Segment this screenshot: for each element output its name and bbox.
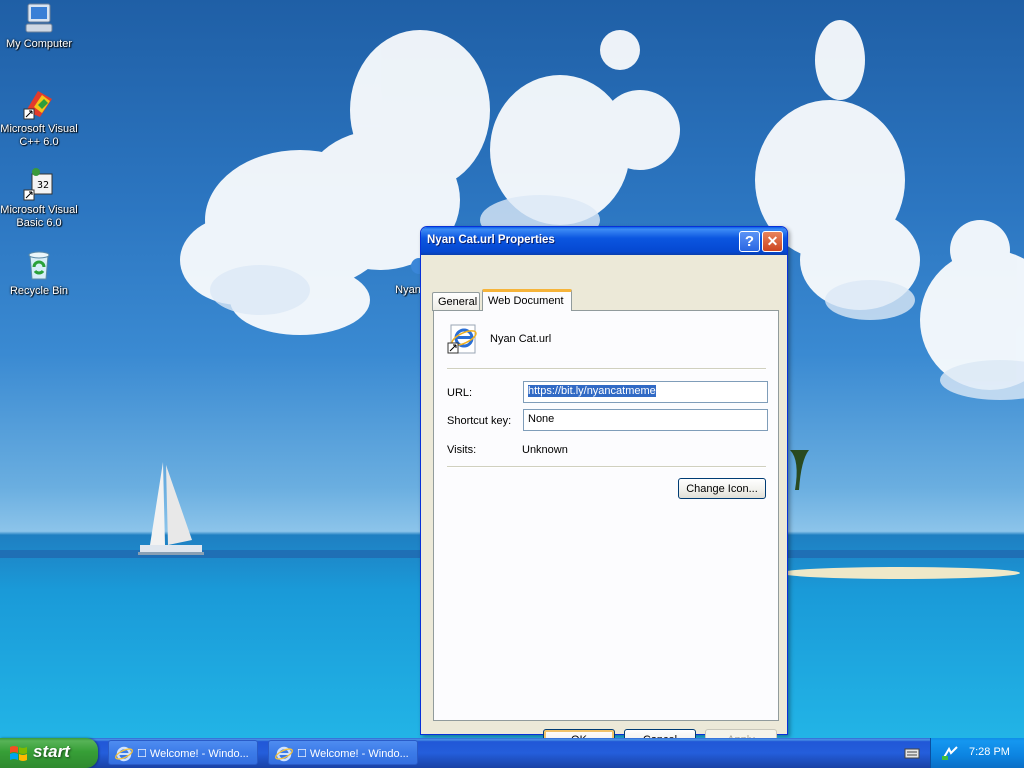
desktop-icon-my-computer[interactable]: My Computer	[0, 2, 78, 51]
internet-explorer-icon	[115, 746, 133, 762]
keyboard-icon[interactable]	[904, 746, 920, 760]
system-tray: 7:28 PM	[930, 738, 1024, 768]
close-button[interactable]: ✕	[762, 231, 783, 252]
windows-flag-icon	[10, 746, 27, 761]
recycle-bin-icon	[28, 251, 50, 280]
taskbar-item-welcome-2[interactable]: ☐ Welcome! - Windo...	[268, 740, 418, 765]
visits-value: Unknown	[522, 444, 568, 456]
dialog-title: Nyan Cat.url Properties	[427, 234, 555, 246]
url-value: https://bit.ly/nyancatmeme	[528, 385, 656, 397]
taskbar-item-label: ☐ Welcome! - Windo...	[137, 748, 249, 760]
visual-basic-icon: 32	[23, 168, 53, 201]
taskbar-item-label: ☐ Welcome! - Windo...	[297, 748, 409, 760]
desktop-icon-visual-basic[interactable]: 32 Microsoft Visual Basic 6.0	[0, 166, 78, 230]
url-input[interactable]: https://bit.ly/nyancatmeme	[523, 381, 768, 403]
internet-explorer-icon	[447, 324, 477, 354]
svg-text:32: 32	[37, 180, 49, 191]
taskbar: start ☐ Welcome! - Windo... ☐ Welcome! -…	[0, 738, 1024, 768]
start-button[interactable]: start	[0, 738, 98, 768]
desktop-icon-label: Microsoft Visual C++ 6.0	[0, 123, 78, 148]
shortcut-key-input[interactable]: None	[523, 409, 768, 431]
shortcut-key-value: None	[528, 413, 555, 425]
desktop-icon-label: Microsoft Visual Basic 6.0	[0, 204, 78, 229]
separator	[447, 368, 766, 370]
properties-dialog: Nyan Cat.url Properties ? ✕ General Web …	[420, 226, 788, 750]
visual-cpp-icon	[23, 91, 52, 120]
help-button[interactable]: ?	[739, 231, 760, 252]
desktop-icon-recycle-bin[interactable]: Recycle Bin	[0, 249, 78, 298]
network-icon[interactable]	[941, 745, 959, 761]
taskbar-item-welcome-1[interactable]: ☐ Welcome! - Windo...	[108, 740, 258, 765]
desktop-icon-visual-cpp[interactable]: Microsoft Visual C++ 6.0	[0, 87, 78, 149]
dialog-body: General Web Document Nyan Cat.url URL: h…	[424, 255, 784, 750]
my-computer-icon	[25, 3, 53, 33]
change-icon-button[interactable]: Change Icon...	[678, 478, 766, 499]
desktop-icon-label: Recycle Bin	[9, 285, 69, 297]
clock[interactable]: 7:28 PM	[969, 746, 1010, 758]
tab-general[interactable]: General	[432, 292, 480, 311]
start-label: start	[33, 742, 70, 761]
url-label: URL:	[447, 387, 473, 399]
tab-web-document[interactable]: Web Document	[482, 289, 572, 311]
shortcut-key-label: Shortcut key:	[447, 415, 512, 427]
visits-label: Visits:	[447, 444, 477, 456]
separator	[447, 466, 766, 468]
sailboat	[138, 462, 204, 555]
web-document-panel: Nyan Cat.url URL: https://bit.ly/nyancat…	[433, 310, 779, 721]
internet-explorer-icon	[275, 746, 293, 762]
dialog-titlebar[interactable]: Nyan Cat.url Properties ? ✕	[421, 227, 787, 255]
desktop-icon-label: My Computer	[5, 38, 73, 50]
shortcut-name: Nyan Cat.url	[490, 333, 552, 345]
